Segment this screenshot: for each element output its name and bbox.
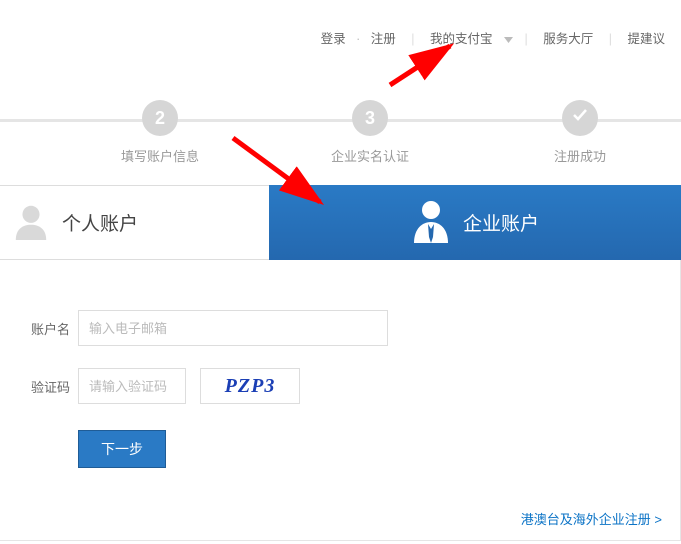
separator: | (609, 32, 612, 46)
account-row: 账户名 (20, 310, 680, 346)
step-circle: 3 (352, 100, 388, 136)
captcha-row: 验证码 PZP3 (20, 368, 680, 404)
tab-corporate-account[interactable]: 企业账户 (269, 185, 681, 260)
suggest-link[interactable]: 提建议 (627, 32, 665, 46)
annotation-arrow (380, 40, 470, 90)
tab-personal-account[interactable]: 个人账户 (0, 185, 269, 260)
step-label: 企业实名认证 (320, 146, 420, 165)
top-nav: 登录 · 注册 | 我的支付宝 | 服务大厅 | 提建议 (317, 28, 669, 47)
step-2: 2 填写账户信息 (110, 100, 210, 165)
register-link[interactable]: 注册 (371, 32, 396, 46)
account-label: 账户名 (20, 319, 70, 338)
chevron-down-icon (504, 32, 513, 46)
overseas-register-link[interactable]: 港澳台及海外企业注册 > (521, 509, 662, 528)
step-3: 3 企业实名认证 (320, 100, 420, 165)
service-hall-link[interactable]: 服务大厅 (543, 32, 593, 46)
account-email-input[interactable] (78, 310, 388, 346)
separator: | (525, 32, 528, 46)
captcha-input[interactable] (78, 368, 186, 404)
tab-corporate-label: 企业账户 (463, 209, 539, 236)
check-icon (571, 100, 589, 136)
captcha-label: 验证码 (20, 377, 70, 396)
my-alipay-link[interactable]: 我的支付宝 (430, 32, 493, 46)
separator: | (411, 32, 414, 46)
step-label: 填写账户信息 (110, 146, 210, 165)
captcha-image[interactable]: PZP3 (200, 368, 300, 404)
step-label: 注册成功 (530, 146, 630, 165)
person-icon (12, 202, 50, 243)
tab-personal-label: 个人账户 (62, 209, 138, 236)
login-link[interactable]: 登录 (321, 32, 346, 46)
step-circle: 2 (142, 100, 178, 136)
separator: · (356, 32, 360, 46)
account-type-tabs: 个人账户 企业账户 (0, 185, 681, 260)
next-step-button[interactable]: 下一步 (78, 430, 166, 468)
step-4: 注册成功 (530, 100, 630, 165)
business-person-icon (411, 199, 451, 246)
progress-steps: 2 填写账户信息 3 企业实名认证 注册成功 (0, 100, 681, 170)
step-circle (562, 100, 598, 136)
registration-form: 账户名 验证码 PZP3 下一步 港澳台及海外企业注册 > (0, 260, 681, 541)
